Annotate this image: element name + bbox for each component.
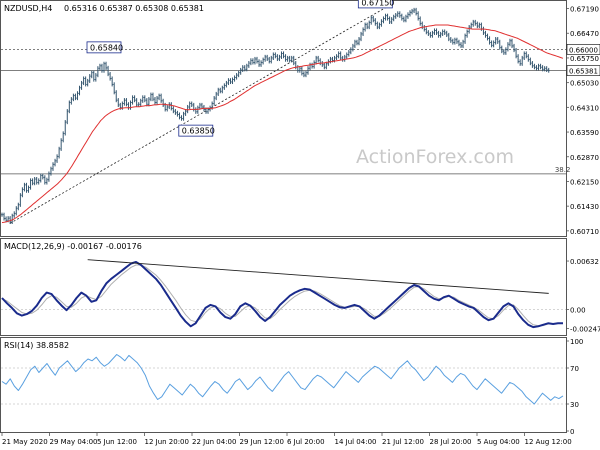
watermark: ActionForex.com xyxy=(356,146,514,168)
x-tick-label: 12 Jun 20:00 xyxy=(145,438,189,446)
price-tick-label: 0.66470 xyxy=(570,30,599,38)
x-tick-label: 28 Jul 20:00 xyxy=(430,438,472,446)
price-right-label: 0.65381 xyxy=(569,68,598,76)
fib-label: 38.2 xyxy=(555,166,571,174)
macd-title: MACD(12,26,9) -0.00167 -0.00176 xyxy=(4,242,142,251)
price-tick-label: 0.62870 xyxy=(570,154,599,162)
price-right-label: 0.66000 xyxy=(569,46,598,54)
price-panel-frame xyxy=(0,0,567,237)
price-tick-label: 0.61430 xyxy=(570,203,599,211)
macd-tick-label: 0.00632 xyxy=(570,258,599,266)
header-ohlc: 0.65316 0.65387 0.65308 0.65381 xyxy=(64,4,204,13)
price-tick-label: 0.65030 xyxy=(570,80,599,88)
rsi-tick-label: 70 xyxy=(570,365,579,373)
rsi-tick-label: 100 xyxy=(570,338,583,346)
x-tick-label: 21 May 2020 xyxy=(2,438,48,446)
x-tick-label: 14 Jul 04:00 xyxy=(335,438,377,446)
x-tick-label: 5 Aug 04:00 xyxy=(477,438,520,446)
x-tick-label: 5 Jun 12:00 xyxy=(97,438,137,446)
price-tick-label: 0.64310 xyxy=(570,104,599,112)
header-symbol: NZDUSD,H4 xyxy=(4,4,52,13)
rsi-panel-frame xyxy=(0,337,567,433)
macd-tick-label: -0.002479 xyxy=(570,325,600,333)
price-tick-label: 0.60710 xyxy=(570,228,599,236)
price-tick-label: 0.67190 xyxy=(570,6,599,14)
macd-panel-frame xyxy=(0,238,567,336)
annotation-label: 0.65840 xyxy=(90,43,123,52)
annotation-label: 0.67150 xyxy=(361,0,394,7)
price-tick-label: 0.63590 xyxy=(570,129,599,137)
x-tick-label: 6 Jul 20:00 xyxy=(287,438,325,446)
forex-chart: ActionForex.com 0.65840 0.63850 0.67150 38.… xyxy=(0,0,600,446)
macd-tick-label: 0.00 xyxy=(570,306,586,314)
x-tick-label: 29 Jun 12:00 xyxy=(240,438,284,446)
annotation-label: 0.63850 xyxy=(182,127,215,136)
price-tick-label: 0.65750 xyxy=(570,55,599,63)
rsi-tick-label: 0 xyxy=(570,428,574,436)
x-tick-label: 21 Jul 12:00 xyxy=(382,438,424,446)
x-tick-label: 22 Jun 04:00 xyxy=(192,438,236,446)
rsi-title: RSI(14) 38.8582 xyxy=(4,341,69,350)
rsi-tick-label: 30 xyxy=(570,401,579,409)
x-tick-label: 29 May 04:00 xyxy=(50,438,98,446)
x-tick-label: 12 Aug 12:00 xyxy=(525,438,572,446)
price-tick-label: 0.62150 xyxy=(570,178,599,186)
